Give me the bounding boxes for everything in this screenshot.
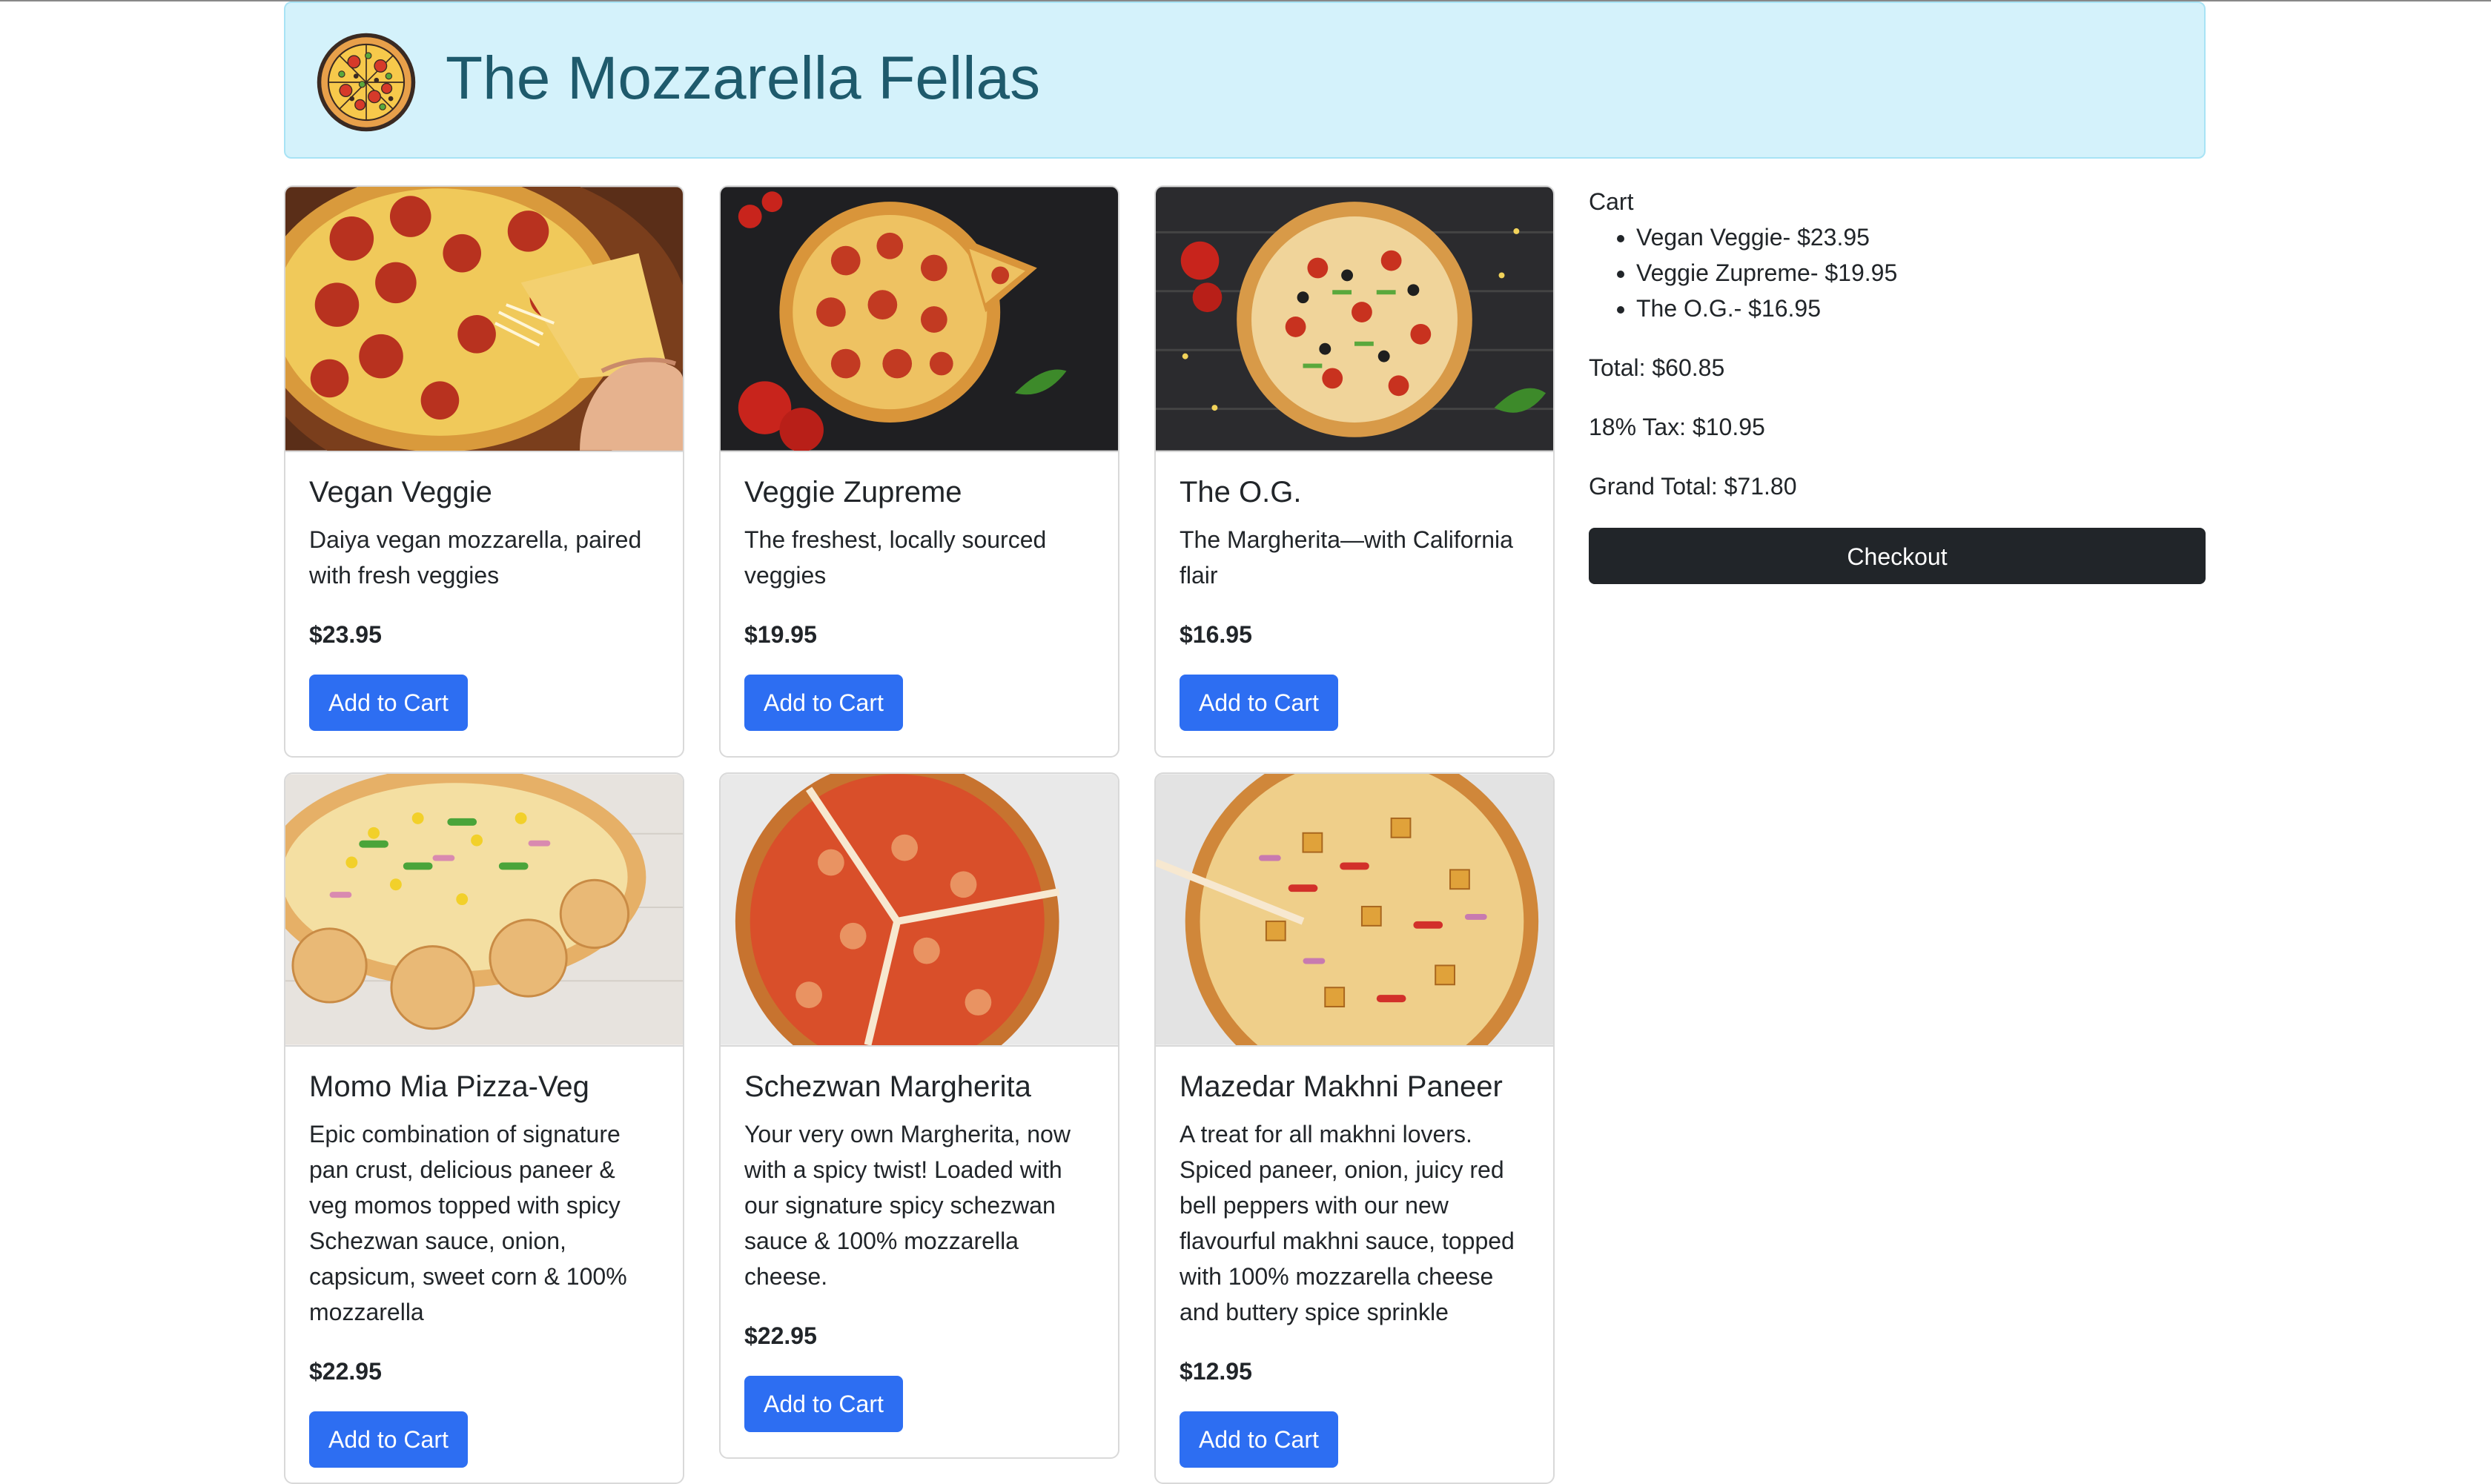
product-price: $23.95 xyxy=(309,621,382,648)
pepperoni-dark-photo xyxy=(721,187,1118,452)
product-name: Veggie Zupreme xyxy=(744,476,962,509)
product-description: A treat for all makhni lovers. Spiced pa… xyxy=(1180,1121,1515,1325)
paneer-pizza-photo xyxy=(1156,774,1553,1047)
card-body: Vegan Veggie Daiya vegan mozzarella, pai… xyxy=(285,452,683,731)
product-card: The O.G. The Margherita—with California … xyxy=(1154,185,1555,758)
cart-item: Veggie Zupreme- $19.95 xyxy=(1636,255,2206,291)
pizza-logo-icon xyxy=(317,33,416,132)
product-price: $19.95 xyxy=(744,621,817,648)
supreme-pizza-photo xyxy=(1156,187,1553,452)
card-body: Mazedar Makhni Paneer A treat for all ma… xyxy=(1156,1047,1553,1468)
product-name: Mazedar Makhni Paneer xyxy=(1180,1070,1503,1103)
product-card: Veggie Zupreme The freshest, locally sou… xyxy=(719,185,1119,758)
card-body: Momo Mia Pizza-Veg Epic combination of s… xyxy=(285,1047,683,1468)
checkout-button[interactable]: Checkout xyxy=(1589,528,2206,584)
card-body: The O.G. The Margherita—with California … xyxy=(1156,452,1553,731)
momo-pizza-photo xyxy=(285,774,683,1047)
cart-panel: Cart Vegan Veggie- $23.95 Veggie Zupreme… xyxy=(1589,184,2206,584)
product-card: Schezwan Margherita Your very own Marghe… xyxy=(719,772,1119,1459)
cart-item: The O.G.- $16.95 xyxy=(1636,291,2206,326)
add-to-cart-button[interactable]: Add to Cart xyxy=(309,1411,468,1468)
cart-total: Total: $60.85 xyxy=(1589,354,1725,381)
pepperoni-slice-photo xyxy=(285,187,683,452)
cart-title: Cart xyxy=(1589,188,1634,215)
add-to-cart-button[interactable]: Add to Cart xyxy=(744,1376,903,1432)
product-price: $12.95 xyxy=(1180,1358,1252,1385)
product-name: Schezwan Margherita xyxy=(744,1070,1031,1103)
product-card: Mazedar Makhni Paneer A treat for all ma… xyxy=(1154,772,1555,1484)
schezwan-pizza-photo xyxy=(721,774,1118,1047)
product-name: Momo Mia Pizza-Veg xyxy=(309,1070,589,1103)
product-name: The O.G. xyxy=(1180,476,1302,509)
product-description: Epic combination of signature pan crust,… xyxy=(309,1121,627,1325)
product-price: $22.95 xyxy=(744,1322,817,1349)
product-card: Momo Mia Pizza-Veg Epic combination of s… xyxy=(284,772,684,1484)
card-body: Veggie Zupreme The freshest, locally sou… xyxy=(721,452,1118,731)
product-description: Daiya vegan mozzarella, paired with fres… xyxy=(309,526,642,589)
product-price: $16.95 xyxy=(1180,621,1252,648)
product-description: Your very own Margherita, now with a spi… xyxy=(744,1121,1071,1290)
cart-item: Vegan Veggie- $23.95 xyxy=(1636,219,2206,255)
product-description: The Margherita—with California flair xyxy=(1180,526,1513,589)
add-to-cart-button[interactable]: Add to Cart xyxy=(309,675,468,731)
cart-tax: 18% Tax: $10.95 xyxy=(1589,414,1765,440)
page-container: The Mozzarella Fellas Vegan Veggie Daiya… xyxy=(284,0,2207,1484)
add-to-cart-button[interactable]: Add to Cart xyxy=(744,675,903,731)
add-to-cart-button[interactable]: Add to Cart xyxy=(1180,1411,1338,1468)
product-description: The freshest, locally sourced veggies xyxy=(744,526,1047,589)
card-body: Schezwan Margherita Your very own Marghe… xyxy=(721,1047,1118,1432)
product-card: Vegan Veggie Daiya vegan mozzarella, pai… xyxy=(284,185,684,758)
add-to-cart-button[interactable]: Add to Cart xyxy=(1180,675,1338,731)
page-title: The Mozzarella Fellas xyxy=(446,44,1041,112)
product-name: Vegan Veggie xyxy=(309,476,492,509)
cart-grand-total: Grand Total: $71.80 xyxy=(1589,473,1797,500)
cart-items-list: Vegan Veggie- $23.95 Veggie Zupreme- $19… xyxy=(1589,219,2206,326)
header-banner: The Mozzarella Fellas xyxy=(284,1,2206,159)
product-price: $22.95 xyxy=(309,1358,382,1385)
